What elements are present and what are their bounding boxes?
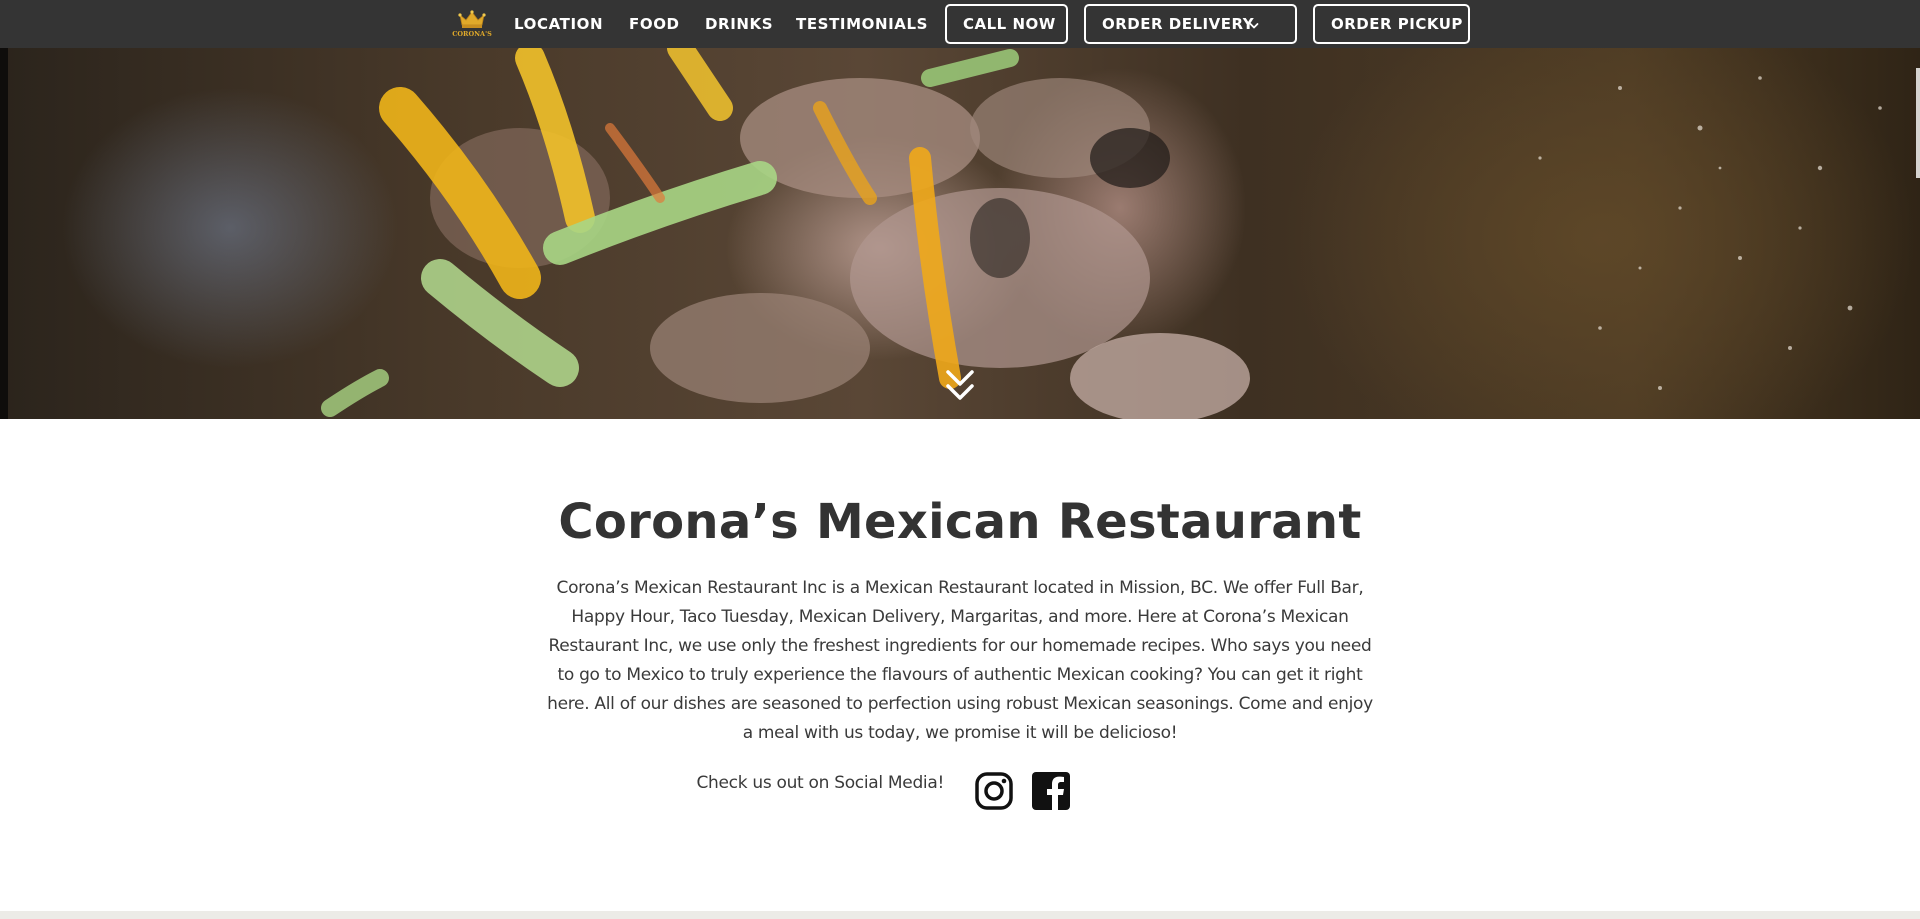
scrollbar-thumb[interactable] (1916, 68, 1920, 178)
order-pickup-button[interactable]: ORDER PICKUP (1313, 4, 1470, 44)
order-delivery-dropdown[interactable]: ORDER DELIVERY (1084, 4, 1297, 44)
footer-strip (0, 911, 1920, 919)
call-now-label: CALL NOW (963, 15, 1056, 33)
hero-food-illustration (321, 48, 1882, 419)
instagram-icon[interactable] (975, 772, 1013, 810)
double-chevron-down-icon[interactable] (944, 368, 976, 404)
nav-link-drinks[interactable]: DRINKS (705, 14, 773, 34)
facebook-icon[interactable] (1032, 772, 1070, 810)
order-pickup-label: ORDER PICKUP (1331, 15, 1463, 33)
hero-left-edge (0, 48, 8, 419)
order-delivery-label: ORDER DELIVERY (1102, 15, 1255, 33)
call-now-button[interactable]: CALL NOW (945, 4, 1068, 44)
nav-link-testimonials[interactable]: TESTIMONIALS (796, 14, 928, 34)
chevron-down-icon (1249, 17, 1259, 29)
logo-wordmark: CORONA'S (452, 30, 492, 38)
social-media-label: Check us out on Social Media! (696, 773, 944, 793)
nav-link-food[interactable]: FOOD (629, 14, 680, 34)
page-title: Corona’s Mexican Restaurant (558, 494, 1362, 550)
nav-link-location[interactable]: LOCATION (514, 14, 603, 34)
restaurant-description: Corona’s Mexican Restaurant Inc is a Mex… (547, 578, 1373, 743)
corona-logo[interactable]: CORONA'S (450, 9, 494, 39)
hero-food-image (0, 48, 1920, 419)
top-navbar: CORONA'S LOCATION FOOD DRINKS TESTIMONIA… (0, 0, 1920, 48)
